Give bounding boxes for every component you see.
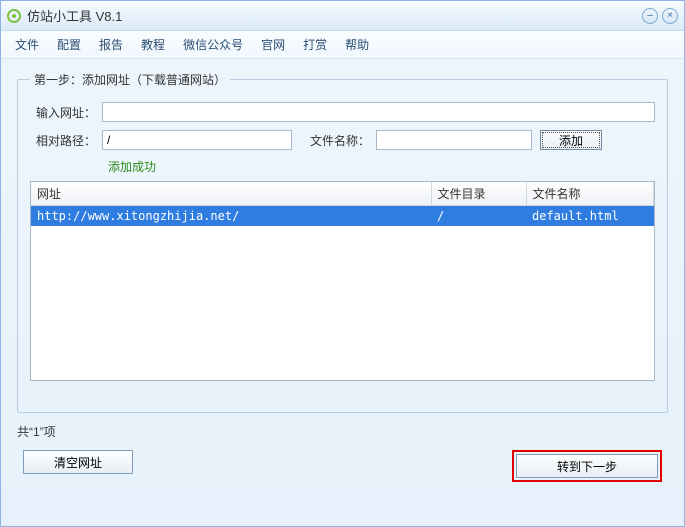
url-label: 输入网址： [30,104,102,121]
minimize-button[interactable]: – [642,8,658,24]
add-button[interactable]: 添加 [540,130,602,150]
menu-report[interactable]: 报告 [99,36,123,53]
titlebar: 仿站小工具 V8.1 – × [1,1,684,31]
th-url[interactable]: 网址 [31,182,431,206]
status-message: 添加成功 [108,158,655,175]
url-input[interactable] [102,102,655,122]
url-table-container: 网址 文件目录 文件名称 http://www.xitongzhijia.net… [30,181,655,381]
menu-website[interactable]: 官网 [261,36,285,53]
content-area: 第一步：添加网址（下载普通网站） 输入网址： 相对路径： 文件名称： 添加 添加… [1,59,684,526]
cell-url: http://www.xitongzhijia.net/ [31,206,431,227]
th-file[interactable]: 文件名称 [526,182,654,206]
menu-config[interactable]: 配置 [57,36,81,53]
menubar: 文件 配置 报告 教程 微信公众号 官网 打赏 帮助 [1,31,684,59]
row-url: 输入网址： [30,102,655,122]
item-count: 共“1”项 [17,423,668,440]
next-button[interactable]: 转到下一步 [516,454,658,478]
table-row[interactable]: http://www.xitongzhijia.net/ / default.h… [31,206,654,227]
step1-groupbox: 第一步：添加网址（下载普通网站） 输入网址： 相对路径： 文件名称： 添加 添加… [17,71,668,413]
groupbox-legend: 第一步：添加网址（下载普通网站） [30,71,230,88]
app-window: 仿站小工具 V8.1 – × 文件 配置 报告 教程 微信公众号 官网 打赏 帮… [0,0,685,527]
menu-tutorial[interactable]: 教程 [141,36,165,53]
path-input[interactable] [102,130,292,150]
url-table: 网址 文件目录 文件名称 http://www.xitongzhijia.net… [31,182,654,226]
clear-button[interactable]: 清空网址 [23,450,133,474]
menu-help[interactable]: 帮助 [345,36,369,53]
footer-buttons: 清空网址 转到下一步 [17,450,668,482]
close-button[interactable]: × [662,8,678,24]
cell-file: default.html [526,206,654,227]
filename-label: 文件名称： [310,132,376,149]
filename-input[interactable] [376,130,532,150]
th-dir[interactable]: 文件目录 [431,182,526,206]
window-title: 仿站小工具 V8.1 [27,6,642,25]
row-path: 相对路径： 文件名称： 添加 [30,130,655,150]
next-button-highlight: 转到下一步 [512,450,662,482]
menu-donate[interactable]: 打赏 [303,36,327,53]
cell-dir: / [431,206,526,227]
app-icon [7,9,21,23]
window-controls: – × [642,8,678,24]
menu-wechat[interactable]: 微信公众号 [183,36,243,53]
path-label: 相对路径： [30,132,102,149]
menu-file[interactable]: 文件 [15,36,39,53]
